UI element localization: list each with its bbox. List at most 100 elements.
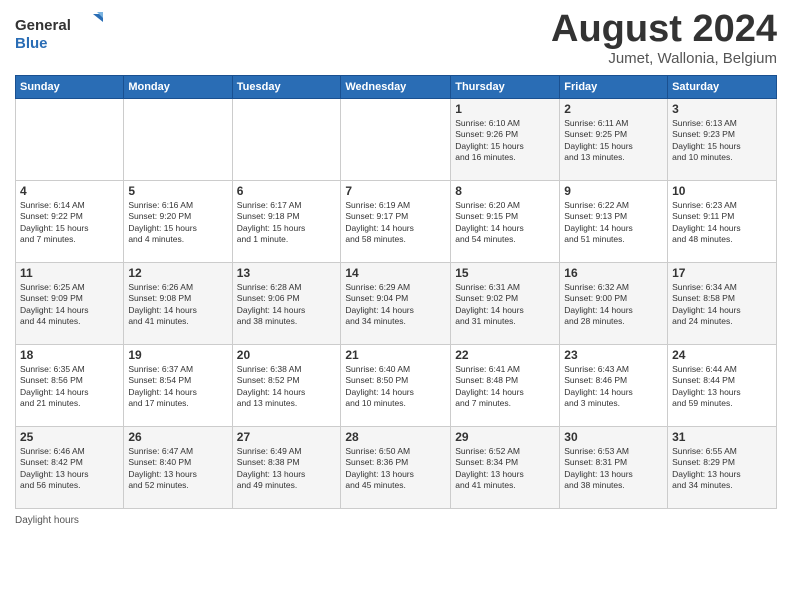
day-number: 29 <box>455 430 555 444</box>
svg-text:General: General <box>15 17 71 34</box>
day-info: Sunrise: 6:11 AMSunset: 9:25 PMDaylight:… <box>564 118 663 164</box>
day-number: 1 <box>455 102 555 116</box>
day-info: Sunrise: 6:23 AMSunset: 9:11 PMDaylight:… <box>672 200 772 246</box>
day-info: Sunrise: 6:32 AMSunset: 9:00 PMDaylight:… <box>564 282 663 328</box>
day-info: Sunrise: 6:10 AMSunset: 9:26 PMDaylight:… <box>455 118 555 164</box>
header-row: Sunday Monday Tuesday Wednesday Thursday… <box>16 76 777 99</box>
col-saturday: Saturday <box>668 76 777 99</box>
day-info: Sunrise: 6:22 AMSunset: 9:13 PMDaylight:… <box>564 200 663 246</box>
day-info: Sunrise: 6:40 AMSunset: 8:50 PMDaylight:… <box>345 364 446 410</box>
col-thursday: Thursday <box>451 76 560 99</box>
day-number: 2 <box>564 102 663 116</box>
day-number: 10 <box>672 184 772 198</box>
calendar-cell: 10 Sunrise: 6:23 AMSunset: 9:11 PMDayligh… <box>668 181 777 263</box>
day-info: Sunrise: 6:20 AMSunset: 9:15 PMDaylight:… <box>455 200 555 246</box>
col-sunday: Sunday <box>16 76 124 99</box>
day-info: Sunrise: 6:37 AMSunset: 8:54 PMDaylight:… <box>128 364 227 410</box>
calendar-cell: 15 Sunrise: 6:31 AMSunset: 9:02 PMDayligh… <box>451 263 560 345</box>
day-info: Sunrise: 6:50 AMSunset: 8:36 PMDaylight:… <box>345 446 446 492</box>
day-info: Sunrise: 6:38 AMSunset: 8:52 PMDaylight:… <box>237 364 337 410</box>
col-wednesday: Wednesday <box>341 76 451 99</box>
calendar-cell: 24 Sunrise: 6:44 AMSunset: 8:44 PMDayligh… <box>668 345 777 427</box>
day-info: Sunrise: 6:17 AMSunset: 9:18 PMDaylight:… <box>237 200 337 246</box>
calendar-cell <box>16 99 124 181</box>
calendar-cell <box>124 99 232 181</box>
header: General Blue August 2024 Jumet, Wallonia… <box>15 10 777 67</box>
day-number: 19 <box>128 348 227 362</box>
week-row-1: 1 Sunrise: 6:10 AMSunset: 9:26 PMDaylight… <box>16 99 777 181</box>
week-row-3: 11 Sunrise: 6:25 AMSunset: 9:09 PMDayligh… <box>16 263 777 345</box>
day-info: Sunrise: 6:29 AMSunset: 9:04 PMDaylight:… <box>345 282 446 328</box>
calendar-cell: 20 Sunrise: 6:38 AMSunset: 8:52 PMDayligh… <box>232 345 341 427</box>
calendar-cell: 17 Sunrise: 6:34 AMSunset: 8:58 PMDayligh… <box>668 263 777 345</box>
day-number: 4 <box>20 184 119 198</box>
calendar-cell: 23Sunrise: 6:43 AMSunset: 8:46 PMDayligh… <box>560 345 668 427</box>
calendar-cell: 19 Sunrise: 6:37 AMSunset: 8:54 PMDayligh… <box>124 345 232 427</box>
day-info: Sunrise: 6:47 AMSunset: 8:40 PMDaylight:… <box>128 446 227 492</box>
calendar-cell: 21 Sunrise: 6:40 AMSunset: 8:50 PMDayligh… <box>341 345 451 427</box>
calendar-cell: 14Sunrise: 6:29 AMSunset: 9:04 PMDayligh… <box>341 263 451 345</box>
logo: General Blue <box>15 10 105 52</box>
month-title: August 2024 <box>551 10 777 48</box>
day-info: Sunrise: 6:43 AMSunset: 8:46 PMDaylight:… <box>564 364 663 410</box>
calendar-cell: 27Sunrise: 6:49 AMSunset: 8:38 PMDayligh… <box>232 427 341 509</box>
day-number: 30 <box>564 430 663 444</box>
day-number: 15 <box>455 266 555 280</box>
calendar-cell: 4 Sunrise: 6:14 AMSunset: 9:22 PMDaylight… <box>16 181 124 263</box>
day-info: Sunrise: 6:28 AMSunset: 9:06 PMDaylight:… <box>237 282 337 328</box>
calendar-cell <box>232 99 341 181</box>
day-info: Sunrise: 6:16 AMSunset: 9:20 PMDaylight:… <box>128 200 227 246</box>
calendar-cell: 26Sunrise: 6:47 AMSunset: 8:40 PMDayligh… <box>124 427 232 509</box>
day-number: 25 <box>20 430 119 444</box>
week-row-5: 25Sunrise: 6:46 AMSunset: 8:42 PMDayligh… <box>16 427 777 509</box>
day-number: 18 <box>20 348 119 362</box>
footer: Daylight hours <box>15 515 777 526</box>
day-number: 16 <box>564 266 663 280</box>
calendar-cell: 1 Sunrise: 6:10 AMSunset: 9:26 PMDaylight… <box>451 99 560 181</box>
col-monday: Monday <box>124 76 232 99</box>
day-info: Sunrise: 6:19 AMSunset: 9:17 PMDaylight:… <box>345 200 446 246</box>
calendar-cell: 5 Sunrise: 6:16 AMSunset: 9:20 PMDaylight… <box>124 181 232 263</box>
day-info: Sunrise: 6:53 AMSunset: 8:31 PMDaylight:… <box>564 446 663 492</box>
day-number: 24 <box>672 348 772 362</box>
day-info: Sunrise: 6:44 AMSunset: 8:44 PMDaylight:… <box>672 364 772 410</box>
calendar-cell: 12Sunrise: 6:26 AMSunset: 9:08 PMDayligh… <box>124 263 232 345</box>
calendar-cell: 30 Sunrise: 6:53 AMSunset: 8:31 PMDayligh… <box>560 427 668 509</box>
calendar-cell: 31Sunrise: 6:55 AMSunset: 8:29 PMDayligh… <box>668 427 777 509</box>
day-number: 17 <box>672 266 772 280</box>
day-number: 28 <box>345 430 446 444</box>
day-number: 20 <box>237 348 337 362</box>
calendar-cell: 16 Sunrise: 6:32 AMSunset: 9:00 PMDayligh… <box>560 263 668 345</box>
day-info: Sunrise: 6:25 AMSunset: 9:09 PMDaylight:… <box>20 282 119 328</box>
day-info: Sunrise: 6:52 AMSunset: 8:34 PMDaylight:… <box>455 446 555 492</box>
day-info: Sunrise: 6:26 AMSunset: 9:08 PMDaylight:… <box>128 282 227 328</box>
day-info: Sunrise: 6:13 AMSunset: 9:23 PMDaylight:… <box>672 118 772 164</box>
day-info: Sunrise: 6:14 AMSunset: 9:22 PMDaylight:… <box>20 200 119 246</box>
day-info: Sunrise: 6:49 AMSunset: 8:38 PMDaylight:… <box>237 446 337 492</box>
calendar-cell: 13 Sunrise: 6:28 AMSunset: 9:06 PMDayligh… <box>232 263 341 345</box>
week-row-4: 18 Sunrise: 6:35 AMSunset: 8:56 PMDayligh… <box>16 345 777 427</box>
day-number: 21 <box>345 348 446 362</box>
title-section: August 2024 Jumet, Wallonia, Belgium <box>551 10 777 67</box>
day-info: Sunrise: 6:35 AMSunset: 8:56 PMDaylight:… <box>20 364 119 410</box>
calendar-cell: 8Sunrise: 6:20 AMSunset: 9:15 PMDaylight… <box>451 181 560 263</box>
day-number: 9 <box>564 184 663 198</box>
day-number: 11 <box>20 266 119 280</box>
location: Jumet, Wallonia, Belgium <box>551 50 777 67</box>
calendar-cell: 7 Sunrise: 6:19 AMSunset: 9:17 PMDaylight… <box>341 181 451 263</box>
calendar-header: Sunday Monday Tuesday Wednesday Thursday… <box>16 76 777 99</box>
page: General Blue August 2024 Jumet, Wallonia… <box>0 0 792 612</box>
day-number: 7 <box>345 184 446 198</box>
day-info: Sunrise: 6:41 AMSunset: 8:48 PMDaylight:… <box>455 364 555 410</box>
day-number: 5 <box>128 184 227 198</box>
day-info: Sunrise: 6:34 AMSunset: 8:58 PMDaylight:… <box>672 282 772 328</box>
col-tuesday: Tuesday <box>232 76 341 99</box>
calendar-cell: 29 Sunrise: 6:52 AMSunset: 8:34 PMDayligh… <box>451 427 560 509</box>
daylight-label: Daylight hours <box>15 515 79 526</box>
day-number: 31 <box>672 430 772 444</box>
svg-text:Blue: Blue <box>15 35 48 52</box>
calendar-cell: 2 Sunrise: 6:11 AMSunset: 9:25 PMDaylight… <box>560 99 668 181</box>
day-number: 13 <box>237 266 337 280</box>
calendar-table: Sunday Monday Tuesday Wednesday Thursday… <box>15 75 777 509</box>
day-info: Sunrise: 6:31 AMSunset: 9:02 PMDaylight:… <box>455 282 555 328</box>
